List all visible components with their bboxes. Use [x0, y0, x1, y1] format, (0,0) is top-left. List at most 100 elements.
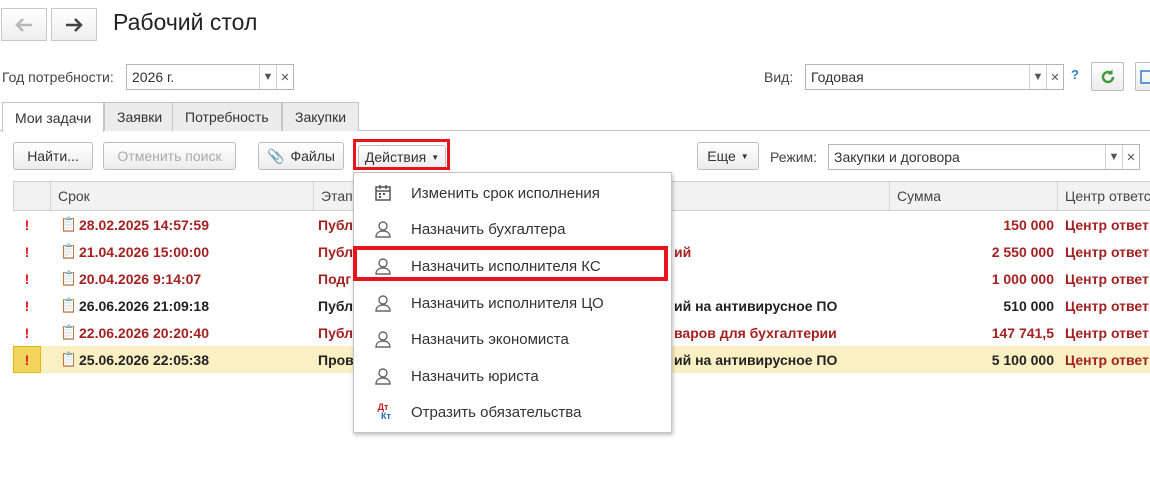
header-flag — [14, 182, 51, 210]
chevron-down-icon: ▼ — [740, 151, 749, 161]
help-icon[interactable]: ? — [1071, 67, 1079, 82]
page-title: Рабочий стол — [113, 9, 258, 35]
name-cell: ий на антивирусное ПО — [674, 297, 838, 314]
sum-cell: 510 000 — [1003, 297, 1054, 314]
name-cell: ий — [674, 243, 692, 260]
menu-item-label: Назначить исполнителя ЦО — [411, 294, 604, 312]
menu-item-label: Назначить юриста — [411, 367, 539, 385]
user-icon — [372, 218, 394, 240]
clipboard-icon: 📋 — [60, 297, 74, 313]
credit-label: Кт — [381, 411, 391, 421]
deadline-cell: 26.06.2026 21:09:18 — [79, 297, 209, 314]
center-cell: Центр ответ — [1065, 216, 1149, 233]
clear-icon[interactable]: ✕ — [276, 65, 293, 89]
center-cell: Центр ответ — [1065, 297, 1149, 314]
more-button[interactable]: Еще ▼ — [697, 142, 759, 170]
clipboard-icon: 📋 — [60, 243, 74, 259]
clear-icon[interactable]: ✕ — [1122, 145, 1139, 169]
find-button[interactable]: Найти... — [13, 142, 93, 170]
urgent-flag: ! — [24, 351, 30, 368]
dropdown-arrow-icon[interactable]: ▼ — [1105, 145, 1122, 169]
sum-cell: 5 100 000 — [991, 351, 1054, 368]
settings-button[interactable] — [1135, 62, 1150, 91]
paperclip-icon: 📎 — [267, 147, 285, 164]
center-cell: Центр ответ — [1065, 270, 1149, 287]
back-button[interactable] — [1, 8, 47, 41]
sum-cell: 1 000 000 — [991, 270, 1054, 287]
name-cell — [674, 211, 889, 238]
menu-item-assign-executor-co[interactable]: Назначить исполнителя ЦО — [354, 285, 671, 321]
name-cell — [674, 265, 889, 292]
files-label: Файлы — [290, 148, 335, 164]
tab-requests[interactable]: Заявки — [104, 102, 176, 131]
clear-icon[interactable]: ✕ — [1046, 65, 1063, 89]
sum-cell: 150 000 — [1003, 216, 1054, 233]
menu-item-label: Назначить бухгалтера — [411, 220, 566, 238]
stage-cell: Публ — [318, 243, 354, 260]
name-cell: варов для бухгалтерии — [674, 324, 837, 341]
clipboard-icon: 📋 — [60, 216, 74, 232]
menu-item-label: Изменить срок исполнения — [411, 184, 600, 202]
deadline-cell: 22.06.2026 20:20:40 — [79, 324, 209, 341]
urgent-flag: ! — [24, 243, 30, 260]
header-sum[interactable]: Сумма — [890, 182, 1058, 210]
user-icon — [372, 292, 394, 314]
stage-cell: Публ — [318, 216, 354, 233]
menu-item-label: Назначить экономиста — [411, 330, 569, 348]
menu-item-change-deadline[interactable]: Изменить срок исполнения — [354, 175, 671, 211]
user-icon — [372, 365, 394, 387]
forward-button[interactable] — [51, 8, 97, 41]
clipboard-icon: 📋 — [60, 351, 74, 367]
sum-cell: 147 741,5 — [991, 324, 1054, 341]
deadline-cell: 25.06.2026 22:05:38 — [79, 351, 209, 368]
mode-label: Режим: — [770, 149, 818, 165]
menu-item-assign-economist[interactable]: Назначить экономиста — [354, 321, 671, 357]
view-select[interactable]: Годовая ▼ ✕ — [805, 64, 1064, 90]
year-select[interactable]: 2026 г. ▼ ✕ — [126, 64, 294, 90]
stage-cell: Пров — [318, 351, 354, 368]
view-value: Годовая — [811, 69, 864, 85]
urgent-flag: ! — [24, 270, 30, 287]
header-deadline[interactable]: Срок — [51, 182, 314, 210]
refresh-icon — [1101, 69, 1114, 83]
files-button[interactable]: 📎 Файлы — [258, 142, 344, 170]
debit-credit-icon: Дт Кт — [372, 401, 394, 423]
menu-item-highlight — [353, 246, 668, 281]
sum-cell: 2 550 000 — [991, 243, 1054, 260]
dropdown-arrow-icon[interactable]: ▼ — [259, 65, 276, 89]
header-center[interactable]: Центр ответс — [1058, 182, 1150, 210]
more-label: Еще — [707, 148, 736, 164]
stage-cell: Публ — [318, 324, 354, 341]
dropdown-arrow-icon[interactable]: ▼ — [1029, 65, 1046, 89]
urgent-flag: ! — [24, 324, 30, 341]
tab-purchases[interactable]: Закупки — [282, 102, 360, 131]
user-icon — [372, 328, 394, 350]
stage-cell: Публ — [318, 297, 354, 314]
urgent-flag: ! — [24, 297, 30, 314]
menu-item-label: Отразить обязательства — [411, 403, 582, 421]
menu-item-assign-lawyer[interactable]: Назначить юриста — [354, 358, 671, 394]
deadline-cell: 28.02.2025 14:57:59 — [79, 216, 209, 233]
clipboard-icon: 📋 — [60, 270, 74, 286]
menu-item-reflect-obligations[interactable]: Дт Кт Отразить обязательства — [354, 394, 671, 430]
deadline-cell: 20.04.2026 9:14:07 — [79, 270, 202, 287]
actions-highlight — [353, 139, 450, 170]
name-cell: ий на антивирусное ПО — [674, 351, 838, 368]
calendar-icon — [372, 182, 394, 204]
menu-item-assign-accountant[interactable]: Назначить бухгалтера — [354, 211, 671, 247]
arrow-right-icon — [66, 17, 83, 32]
report-icon — [1140, 69, 1150, 84]
year-label: Год потребности: — [2, 69, 114, 85]
view-label: Вид: — [764, 69, 794, 85]
cancel-search-button[interactable]: Отменить поиск — [103, 142, 236, 170]
mode-value: Закупки и договора — [834, 149, 960, 165]
mode-select[interactable]: Закупки и договора ▼ ✕ — [828, 144, 1140, 170]
tab-my-tasks[interactable]: Мои задачи — [2, 102, 105, 132]
center-cell: Центр ответ — [1065, 324, 1149, 341]
tab-demand[interactable]: Потребность — [172, 102, 282, 131]
stage-cell: Подг — [318, 270, 352, 287]
center-cell: Центр ответ — [1065, 351, 1149, 368]
refresh-button[interactable] — [1091, 62, 1124, 91]
deadline-cell: 21.04.2026 15:00:00 — [79, 243, 209, 260]
year-value: 2026 г. — [132, 69, 175, 85]
